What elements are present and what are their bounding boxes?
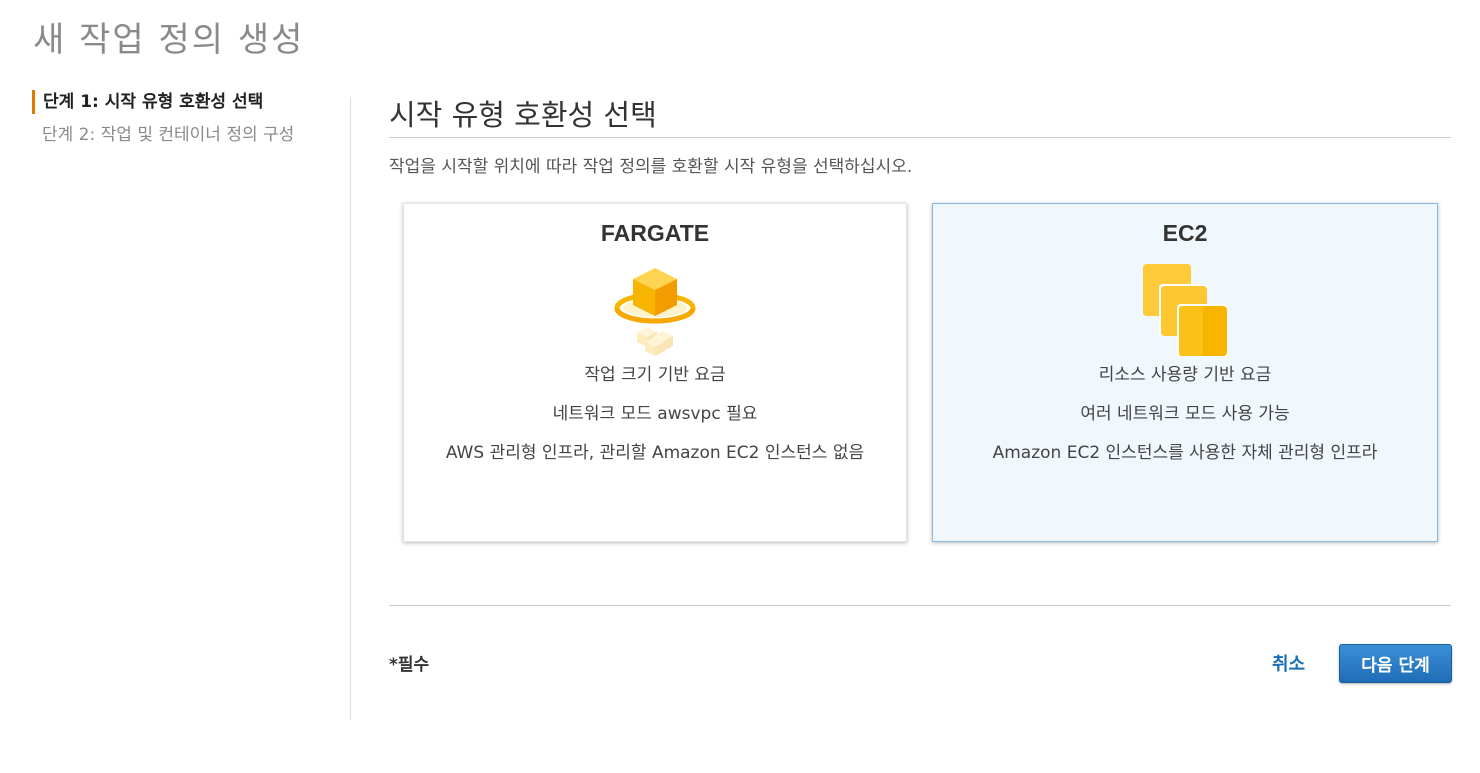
footer-divider xyxy=(389,605,1451,606)
fargate-icon xyxy=(607,262,703,358)
card-line-pricing: 리소스 사용량 기반 요금 xyxy=(1098,365,1272,385)
card-line-network: 여러 네트워크 모드 사용 가능 xyxy=(1080,404,1290,424)
section-description: 작업을 시작할 위치에 따라 작업 정의를 호환할 시작 유형을 선택하십시오. xyxy=(389,157,913,177)
card-line-infrastructure: AWS 관리형 인프라, 관리할 Amazon EC2 인스턴스 없음 xyxy=(445,443,865,463)
card-line-network: 네트워크 모드 awsvpc 필요 xyxy=(552,404,758,424)
card-line-infrastructure: Amazon EC2 인스턴스를 사용한 자체 관리형 인프라 xyxy=(992,443,1378,463)
required-note: *필수 xyxy=(389,655,430,675)
ec2-launch-type-card[interactable]: EC2 리소스 사용량 기반 요금 여러 네트워크 모드 사용 가능 Amazo… xyxy=(932,203,1438,542)
section-divider xyxy=(389,137,1451,138)
section-title: 시작 유형 호환성 선택 xyxy=(389,98,657,132)
fargate-launch-type-card[interactable]: FARGATE 작업 크기 기반 요금 네트워크 모드 awsvpc 필요 AW… xyxy=(403,203,907,542)
card-title-fargate: FARGATE xyxy=(600,220,710,246)
next-step-button[interactable]: 다음 단계 xyxy=(1339,644,1452,683)
ec2-instances-icon xyxy=(1137,262,1233,358)
vertical-divider xyxy=(350,97,351,720)
card-title-ec2: EC2 xyxy=(1162,220,1208,246)
card-line-pricing: 작업 크기 기반 요금 xyxy=(584,365,726,385)
step-1-launch-type[interactable]: 단계 1: 시작 유형 호환성 선택 xyxy=(32,90,332,114)
page-title: 새 작업 정의 생성 xyxy=(33,20,305,60)
step-2-configure-task: 단계 2: 작업 및 컨테이너 정의 구성 xyxy=(42,125,295,145)
cancel-link[interactable]: 취소 xyxy=(1272,650,1305,676)
wizard-steps: 단계 1: 시작 유형 호환성 선택 단계 2: 작업 및 컨테이너 정의 구성 xyxy=(32,90,332,156)
